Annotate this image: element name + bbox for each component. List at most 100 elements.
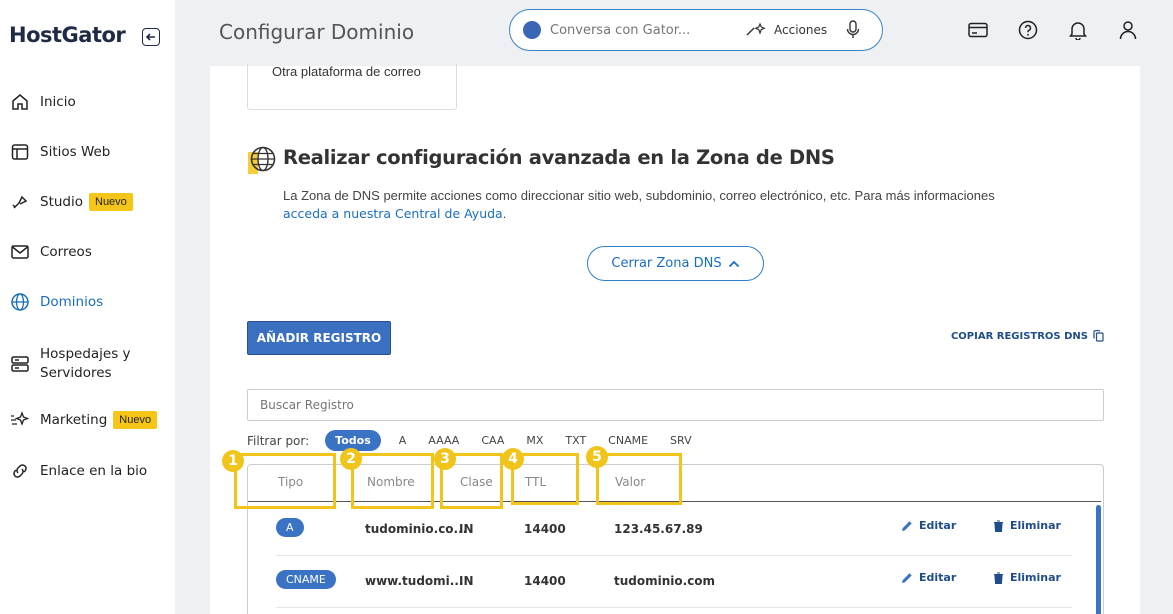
annotation-box-tipo bbox=[234, 453, 336, 509]
sparkle-wand-icon bbox=[746, 22, 766, 36]
annotation-box-valor bbox=[596, 453, 682, 505]
trash-icon bbox=[994, 519, 1003, 532]
sidebar-item-marketing[interactable]: Marketing Nuevo bbox=[0, 400, 175, 440]
card-label: Otra plataforma de correo bbox=[272, 64, 421, 79]
actions-label: Acciones bbox=[774, 23, 828, 37]
new-badge: Nuevo bbox=[89, 193, 133, 211]
annotation-number-4: 4 bbox=[502, 448, 524, 470]
filter-caa[interactable]: CAA bbox=[481, 430, 504, 451]
sidebar-item-label: Dominios bbox=[40, 293, 104, 310]
filter-txt[interactable]: TXT bbox=[565, 430, 586, 451]
record-type-badge: CNAME bbox=[276, 570, 336, 589]
annotation-number-5: 5 bbox=[586, 446, 608, 468]
gator-chat-bar[interactable]: Acciones bbox=[509, 9, 883, 51]
record-class: IN bbox=[459, 574, 474, 588]
edit-label: Editar bbox=[919, 571, 957, 584]
new-badge: Nuevo bbox=[113, 411, 158, 429]
delete-label: Eliminar bbox=[1010, 519, 1061, 532]
record-type-badge: A bbox=[276, 518, 304, 537]
close-dns-label: Cerrar Zona DNS bbox=[611, 256, 722, 271]
microphone-icon[interactable] bbox=[846, 20, 860, 45]
user-profile-icon[interactable] bbox=[1117, 19, 1139, 41]
actions-button[interactable]: Acciones bbox=[746, 22, 827, 38]
sidebar-item-label: Sitios Web bbox=[40, 143, 111, 160]
annotation-number-3: 3 bbox=[434, 448, 456, 470]
close-dns-zone-button[interactable]: Cerrar Zona DNS bbox=[587, 246, 764, 281]
trash-icon bbox=[994, 571, 1003, 584]
dns-config-panel: Otra plataforma de correo Realizar confi… bbox=[210, 64, 1140, 614]
record-value: 123.45.67.89 bbox=[614, 522, 703, 536]
edit-record-button[interactable]: Editar bbox=[901, 519, 956, 532]
add-record-button[interactable]: AÑADIR REGISTRO bbox=[247, 321, 391, 355]
link-icon bbox=[10, 461, 30, 481]
gator-avatar-icon bbox=[523, 21, 541, 39]
search-records-field[interactable] bbox=[247, 389, 1104, 421]
dns-desc-period: . bbox=[502, 206, 507, 221]
sidebar-item-sitios-web[interactable]: Sitios Web bbox=[0, 132, 175, 172]
sidebar-item-dominios[interactable]: Dominios bbox=[0, 282, 175, 322]
hostgator-logo[interactable]: HostGator bbox=[9, 23, 126, 47]
pencil-icon bbox=[902, 520, 912, 531]
filter-mx[interactable]: MX bbox=[526, 430, 543, 451]
edit-label: Editar bbox=[919, 519, 957, 532]
record-ttl: 14400 bbox=[524, 522, 566, 536]
sidebar-item-label: Hospedajes y Servidores bbox=[40, 346, 131, 381]
sidebar-item-label: Marketing bbox=[40, 411, 108, 428]
brush-icon bbox=[10, 192, 30, 212]
other-email-platform-card[interactable]: Otra plataforma de correo bbox=[247, 64, 457, 110]
sidebar-item-correos[interactable]: Correos bbox=[0, 232, 175, 272]
table-scrollbar[interactable] bbox=[1096, 505, 1101, 614]
delete-record-button[interactable]: Eliminar bbox=[993, 571, 1061, 584]
table-row: CNAME www.tudomi... IN 14400 tudominio.c… bbox=[276, 556, 1072, 608]
search-records-input[interactable] bbox=[248, 390, 1103, 420]
filter-srv[interactable]: SRV bbox=[670, 430, 692, 451]
notifications-bell-icon[interactable] bbox=[1067, 19, 1089, 41]
record-name: tudominio.co... bbox=[365, 522, 468, 536]
sidebar: HostGator Inicio Sitios Web Studio Nuevo… bbox=[0, 0, 175, 614]
sidebar-item-enlace-bio[interactable]: Enlace en la bio bbox=[0, 451, 175, 491]
copy-dns-records-button[interactable]: COPIAR REGISTROS DNS bbox=[951, 330, 1104, 342]
chevron-up-icon bbox=[728, 260, 739, 267]
sidebar-item-hospedajes[interactable]: Hospedajes y Servidores bbox=[0, 342, 175, 386]
gator-chat-input[interactable] bbox=[550, 20, 720, 40]
delete-record-button[interactable]: Eliminar bbox=[993, 519, 1061, 532]
filter-cname[interactable]: CNAME bbox=[608, 430, 648, 451]
help-center-link[interactable]: acceda a nuestra Central de Ayuda bbox=[283, 206, 503, 221]
table-row: A tudominio.co... IN 14400 123.45.67.89 … bbox=[276, 504, 1072, 556]
dns-desc-text: La Zona de DNS permite acciones como dir… bbox=[283, 188, 995, 203]
annotation-number-1: 1 bbox=[222, 450, 244, 472]
collapse-sidebar-icon[interactable] bbox=[142, 28, 160, 46]
layout-icon bbox=[10, 142, 30, 162]
filter-a[interactable]: A bbox=[399, 430, 407, 451]
sidebar-item-inicio[interactable]: Inicio bbox=[0, 82, 175, 122]
copy-dns-label: COPIAR REGISTROS DNS bbox=[950, 330, 1088, 342]
help-icon[interactable] bbox=[1017, 19, 1039, 41]
annotation-number-2: 2 bbox=[340, 448, 362, 470]
dns-zone-title: Realizar configuración avanzada en la Zo… bbox=[283, 146, 835, 169]
sidebar-item-label: Correos bbox=[40, 243, 92, 260]
annotation-box-nombre bbox=[351, 453, 434, 509]
dns-zone-description: La Zona de DNS permite acciones como dir… bbox=[283, 187, 1063, 223]
record-ttl: 14400 bbox=[524, 574, 566, 588]
billing-card-icon[interactable] bbox=[967, 19, 989, 41]
mail-icon bbox=[10, 242, 30, 262]
header: Configurar Dominio Acciones bbox=[175, 0, 1173, 66]
delete-label: Eliminar bbox=[1010, 571, 1061, 584]
sidebar-item-label: Inicio bbox=[40, 93, 76, 110]
server-icon bbox=[10, 354, 30, 374]
sidebar-item-label: Studio bbox=[40, 193, 83, 210]
sidebar-item-label: Enlace en la bio bbox=[40, 462, 148, 479]
filter-label: Filtrar por: bbox=[247, 433, 310, 448]
sidebar-item-studio[interactable]: Studio Nuevo bbox=[0, 182, 175, 222]
record-class: IN bbox=[459, 522, 474, 536]
copy-icon bbox=[1093, 330, 1104, 342]
page-title: Configurar Dominio bbox=[219, 20, 415, 44]
globe-icon bbox=[10, 292, 30, 312]
record-name: www.tudomi... bbox=[365, 574, 464, 588]
sparkle-icon bbox=[10, 410, 30, 430]
globe-icon bbox=[248, 146, 276, 174]
edit-record-button[interactable]: Editar bbox=[901, 571, 956, 584]
home-icon bbox=[10, 92, 30, 112]
record-value: tudominio.com bbox=[614, 574, 716, 588]
record-type-filters: Filtrar por: Todos A AAAA CAA MX TXT CNA… bbox=[247, 430, 714, 451]
